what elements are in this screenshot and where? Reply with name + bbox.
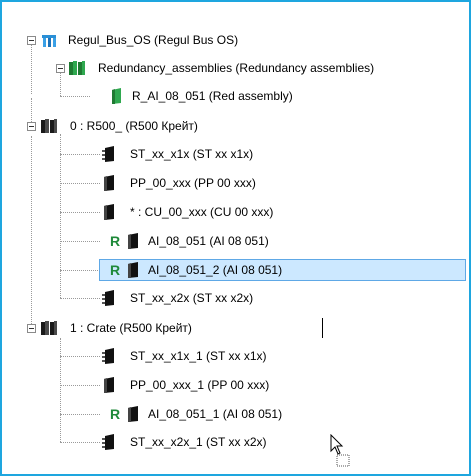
collapse-toggle[interactable] (27, 324, 36, 333)
tree-node-root[interactable]: Regul_Bus_OS (Regul Bus OS) (0, 30, 440, 50)
tree-node-red-assembly[interactable]: R_AI_08_051 (Red assembly) (0, 86, 380, 106)
green-assemblies-icon (69, 61, 85, 75)
module-icon (104, 204, 114, 220)
tree-node-redundancy-assemblies[interactable]: Redundancy_assemblies (Redundancy assemb… (0, 58, 471, 78)
redundant-badge: R (110, 233, 121, 249)
tree-node-module-selected[interactable]: R AI_08_051_2 (AI 08 051) (0, 259, 471, 281)
terminal-module-icon (102, 146, 114, 162)
tree-node-label: PP_00_xxx (PP 00 xxx) (130, 176, 256, 190)
module-icon (128, 262, 138, 278)
module-icon (104, 377, 114, 393)
tree-node-module[interactable]: * : CU_00_xxx (CU 00 xxx) (0, 202, 380, 222)
tree-node-label: ST_xx_x2x (ST xx x2x) (130, 291, 254, 305)
tree-node-label: ST_xx_x1x (ST xx x1x) (130, 147, 254, 161)
module-icon (128, 233, 138, 249)
crate-icon (41, 321, 57, 335)
crate-icon (41, 119, 57, 133)
tree-node-label: ST_xx_x1x_1 (ST xx x1x) (130, 349, 267, 363)
tree-node-module[interactable]: PP_00_xxx_1 (PP 00 xxx) (0, 375, 380, 395)
tree-node-module[interactable]: ST_xx_x2x (ST xx x2x) (0, 288, 360, 308)
tree-node-crate-0[interactable]: 0 : R500_ (R500 Крейт) (0, 116, 300, 136)
tree-node-label: 1 : Crate (R500 Крейт) (70, 321, 192, 335)
tree-node-label: 0 : R500_ (R500 Крейт) (70, 119, 198, 133)
collapse-toggle[interactable] (56, 64, 65, 73)
tree-node-label: Regul_Bus_OS (Regul Bus OS) (68, 33, 239, 47)
tree-node-label: AI_08_051_2 (AI 08 051) (148, 263, 283, 277)
collapse-toggle[interactable] (27, 36, 36, 45)
tree-node-module[interactable]: R AI_08_051 (AI 08 051) (0, 231, 360, 251)
tree-node-module[interactable]: ST_xx_x1x_1 (ST xx x1x) (0, 346, 380, 366)
tree-node-label: * : CU_00_xxx (CU 00 xxx) (130, 205, 274, 219)
tree-node-label: AI_08_051_1 (AI 08 051) (148, 407, 283, 421)
terminal-module-icon (102, 290, 114, 306)
tree-node-label: R_AI_08_051 (Red assembly) (132, 89, 293, 103)
module-icon (128, 406, 138, 422)
tree-node-label: ST_xx_x2x_1 (ST xx x2x) (130, 435, 267, 449)
tree-node-module[interactable]: PP_00_xxx (PP 00 xxx) (0, 173, 360, 193)
terminal-module-icon (102, 434, 114, 450)
green-module-icon (112, 88, 121, 104)
tree-node-label: PP_00_xxx_1 (PP 00 xxx) (130, 378, 270, 392)
tree-node-module[interactable]: R AI_08_051_1 (AI 08 051) (0, 404, 380, 424)
drag-cursor-icon (330, 434, 350, 467)
redundant-badge: R (110, 406, 121, 422)
bus-icon (42, 35, 56, 47)
tree-node-crate-1[interactable]: 1 : Crate (R500 Крейт) (0, 318, 300, 338)
collapse-toggle[interactable] (27, 122, 36, 131)
terminal-module-icon (102, 348, 114, 364)
project-tree[interactable]: Regul_Bus_OS (Regul Bus OS) Redundancy_a… (0, 0, 471, 476)
tree-node-module[interactable]: ST_xx_x2x_1 (ST xx x2x) (0, 432, 340, 452)
module-icon (104, 175, 114, 191)
redundant-badge: R (110, 262, 121, 278)
tree-node-label: Redundancy_assemblies (Redundancy assemb… (98, 61, 375, 75)
tree-node-module[interactable]: ST_xx_x1x (ST xx x1x) (0, 144, 360, 164)
text-caret (322, 318, 323, 338)
tree-node-label: AI_08_051 (AI 08 051) (148, 234, 269, 248)
